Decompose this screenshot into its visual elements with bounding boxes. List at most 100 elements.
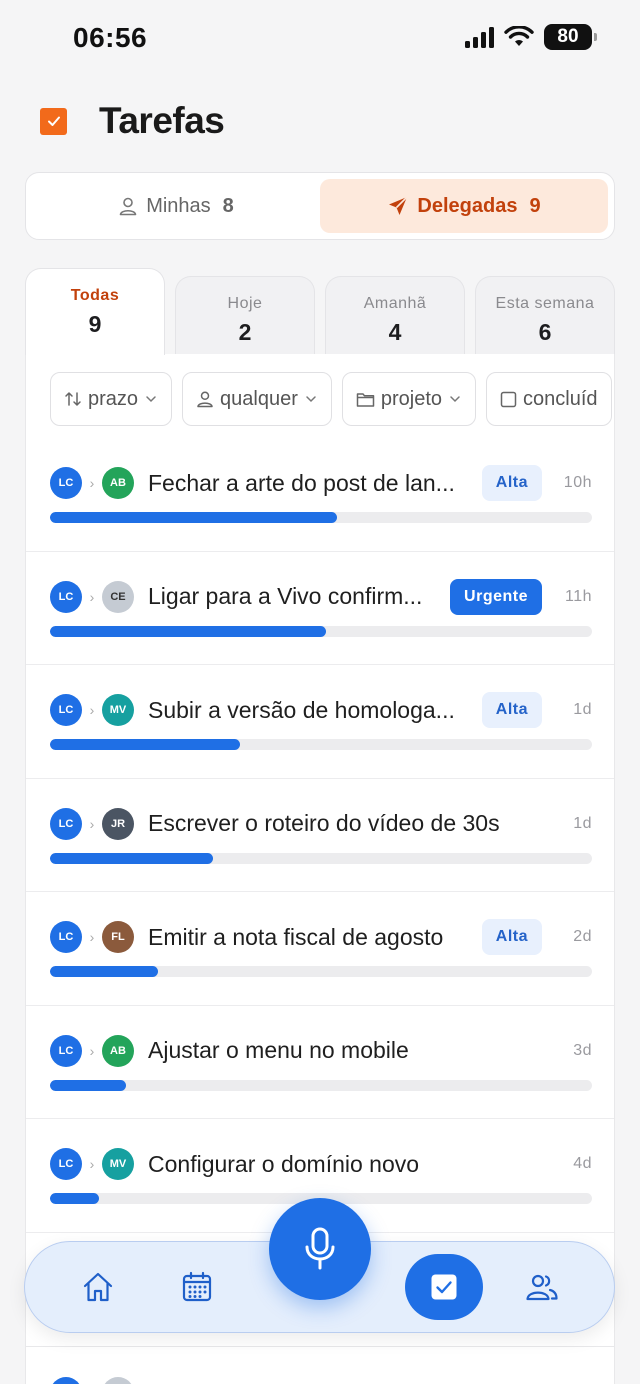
task-due: 4d [573,1155,592,1172]
nav-people[interactable] [524,1269,560,1305]
task-row[interactable]: LC › AB Ajustar o menu no mobile 3d [26,1006,614,1119]
progress-bar [50,1079,592,1091]
progress-fill [50,625,327,637]
segment-delegadas[interactable]: Delegadas 9 [320,179,608,233]
progress-bar [50,739,592,750]
tab-label: Amanhã [363,295,427,312]
task-due: 1d [573,701,592,718]
tab-todas[interactable]: Todas 9 [25,268,165,355]
task-row[interactable]: LC › JR Escrever o roteiro do vídeo de 3… [26,779,614,892]
segment-count: 9 [529,194,541,217]
tab-hoje[interactable]: Hoje 2 [175,276,315,354]
microphone-button[interactable] [269,1198,371,1300]
chevron-right-icon: › [89,588,95,605]
task-due: 11h [564,587,592,605]
battery-level: 80 [557,26,579,47]
cellular-signal-icon [465,26,494,48]
status-time: 06:56 [73,22,148,53]
progress-bar [50,512,592,523]
tab-label: Todas [70,287,120,304]
task-title: Subir a versão de homologa... [148,696,455,723]
page-header: Tarefas [40,100,225,142]
checkbox-checked-icon [431,1274,457,1300]
home-icon [83,1272,113,1302]
filter-label: projeto [380,387,443,410]
filter-prazo[interactable]: prazo [50,372,173,426]
avatar-from: LC [50,580,82,613]
task-list: LC › AB Fechar a arte do post de lan... … [26,438,614,1233]
chevron-down-icon [450,396,460,403]
filter-label: concluíd [523,387,598,410]
nav-home[interactable] [80,1269,116,1305]
avatar-from: LC [50,807,82,840]
task-title: Emitir a nota fiscal de agosto [148,923,444,950]
avatar-from: LC [50,467,82,499]
task-header: LC › FL Emitir a nota fiscal de agosto A… [50,919,592,955]
progress-fill [50,512,338,523]
progress-bar [50,625,592,637]
date-tabs: Todas 9 Hoje 2 Amanhã 4 Esta semana 6 [25,268,615,355]
user-icon [197,391,213,408]
nav-calendar[interactable] [179,1269,215,1305]
task-header: LC › CE Ligar para a Vivo confirm... Urg… [50,578,592,615]
task-title: Configurar o domínio novo [148,1150,420,1177]
task-row[interactable]: LC › AB Fechar a arte do post de lan... … [26,438,614,552]
avatar [50,1377,82,1384]
avatar-to: MV [102,1148,134,1180]
calendar-icon [182,1271,212,1302]
task-header: LC › MV Configurar o domínio novo 4d [50,1147,592,1181]
task-due: 10h [563,474,592,491]
segment-minhas[interactable]: Minhas 8 [32,179,320,233]
priority-badge: Urgente [450,578,542,615]
filter-responsavel[interactable]: qualquer [182,372,332,426]
nav-tasks[interactable] [405,1254,483,1320]
tab-esta-semana[interactable]: Esta semana 6 [475,276,615,354]
checkbox-empty-icon [500,391,517,407]
avatar-from: LC [50,694,82,726]
tab-label: Esta semana [495,295,595,312]
status-icons: 80 [465,24,597,50]
priority-badge: Alta [481,465,542,501]
filter-label: qualquer [220,387,298,410]
progress-fill [50,739,240,750]
battery-icon: 80 [544,24,597,50]
chevron-down-icon [306,396,316,403]
task-due: 3d [573,1041,592,1059]
task-title: Ligar para a Vivo confirm... [148,583,423,609]
progress-bar [50,852,592,864]
progress-fill [50,852,213,864]
task-title: Escrever o roteiro do vídeo de 30s [148,810,500,836]
microphone-icon [305,1227,335,1270]
filter-concluidas[interactable]: concluíd [486,372,612,426]
task-row[interactable]: LC › CE Ligar para a Vivo confirm... Urg… [26,552,614,665]
progress-fill [50,966,159,977]
status-bar: 06:56 80 [0,0,640,78]
filter-bar: prazo qualquer projeto concluíd [50,372,612,426]
priority-badge: Alta [481,919,542,955]
owner-segmented-control: Minhas 8 Delegadas 9 [25,172,615,240]
wifi-icon [504,26,534,46]
avatar-to: JR [102,807,134,840]
segment-label: Minhas [146,194,211,217]
task-header: LC › AB Fechar a arte do post de lan... … [50,465,592,501]
priority-badge: Alta [481,692,542,728]
task-row[interactable]: LC › MV Subir a versão de homologa... Al… [26,665,614,779]
tab-amanha[interactable]: Amanhã 4 [325,276,465,354]
task-title: Fechar a arte do post de lan... [148,469,455,496]
filter-projeto[interactable]: projeto [341,372,477,426]
chevron-right-icon: › [89,702,95,718]
tab-label: Hoje [227,295,263,312]
task-row[interactable]: LC › FL Emitir a nota fiscal de agosto A… [26,892,614,1006]
sort-arrows-icon [65,392,81,406]
avatar-to: FL [102,921,134,953]
progress-fill [50,1193,99,1204]
chevron-right-icon: › [89,1156,95,1172]
task-header: LC › JR Escrever o roteiro do vídeo de 3… [50,807,592,841]
send-icon [389,196,408,215]
segment-label: Delegadas [417,194,518,217]
avatar-to: AB [102,1034,134,1067]
avatar-from: LC [50,921,82,953]
tab-count: 9 [88,311,102,337]
task-title: Ajustar o menu no mobile [148,1037,409,1063]
folder-icon [356,392,375,407]
